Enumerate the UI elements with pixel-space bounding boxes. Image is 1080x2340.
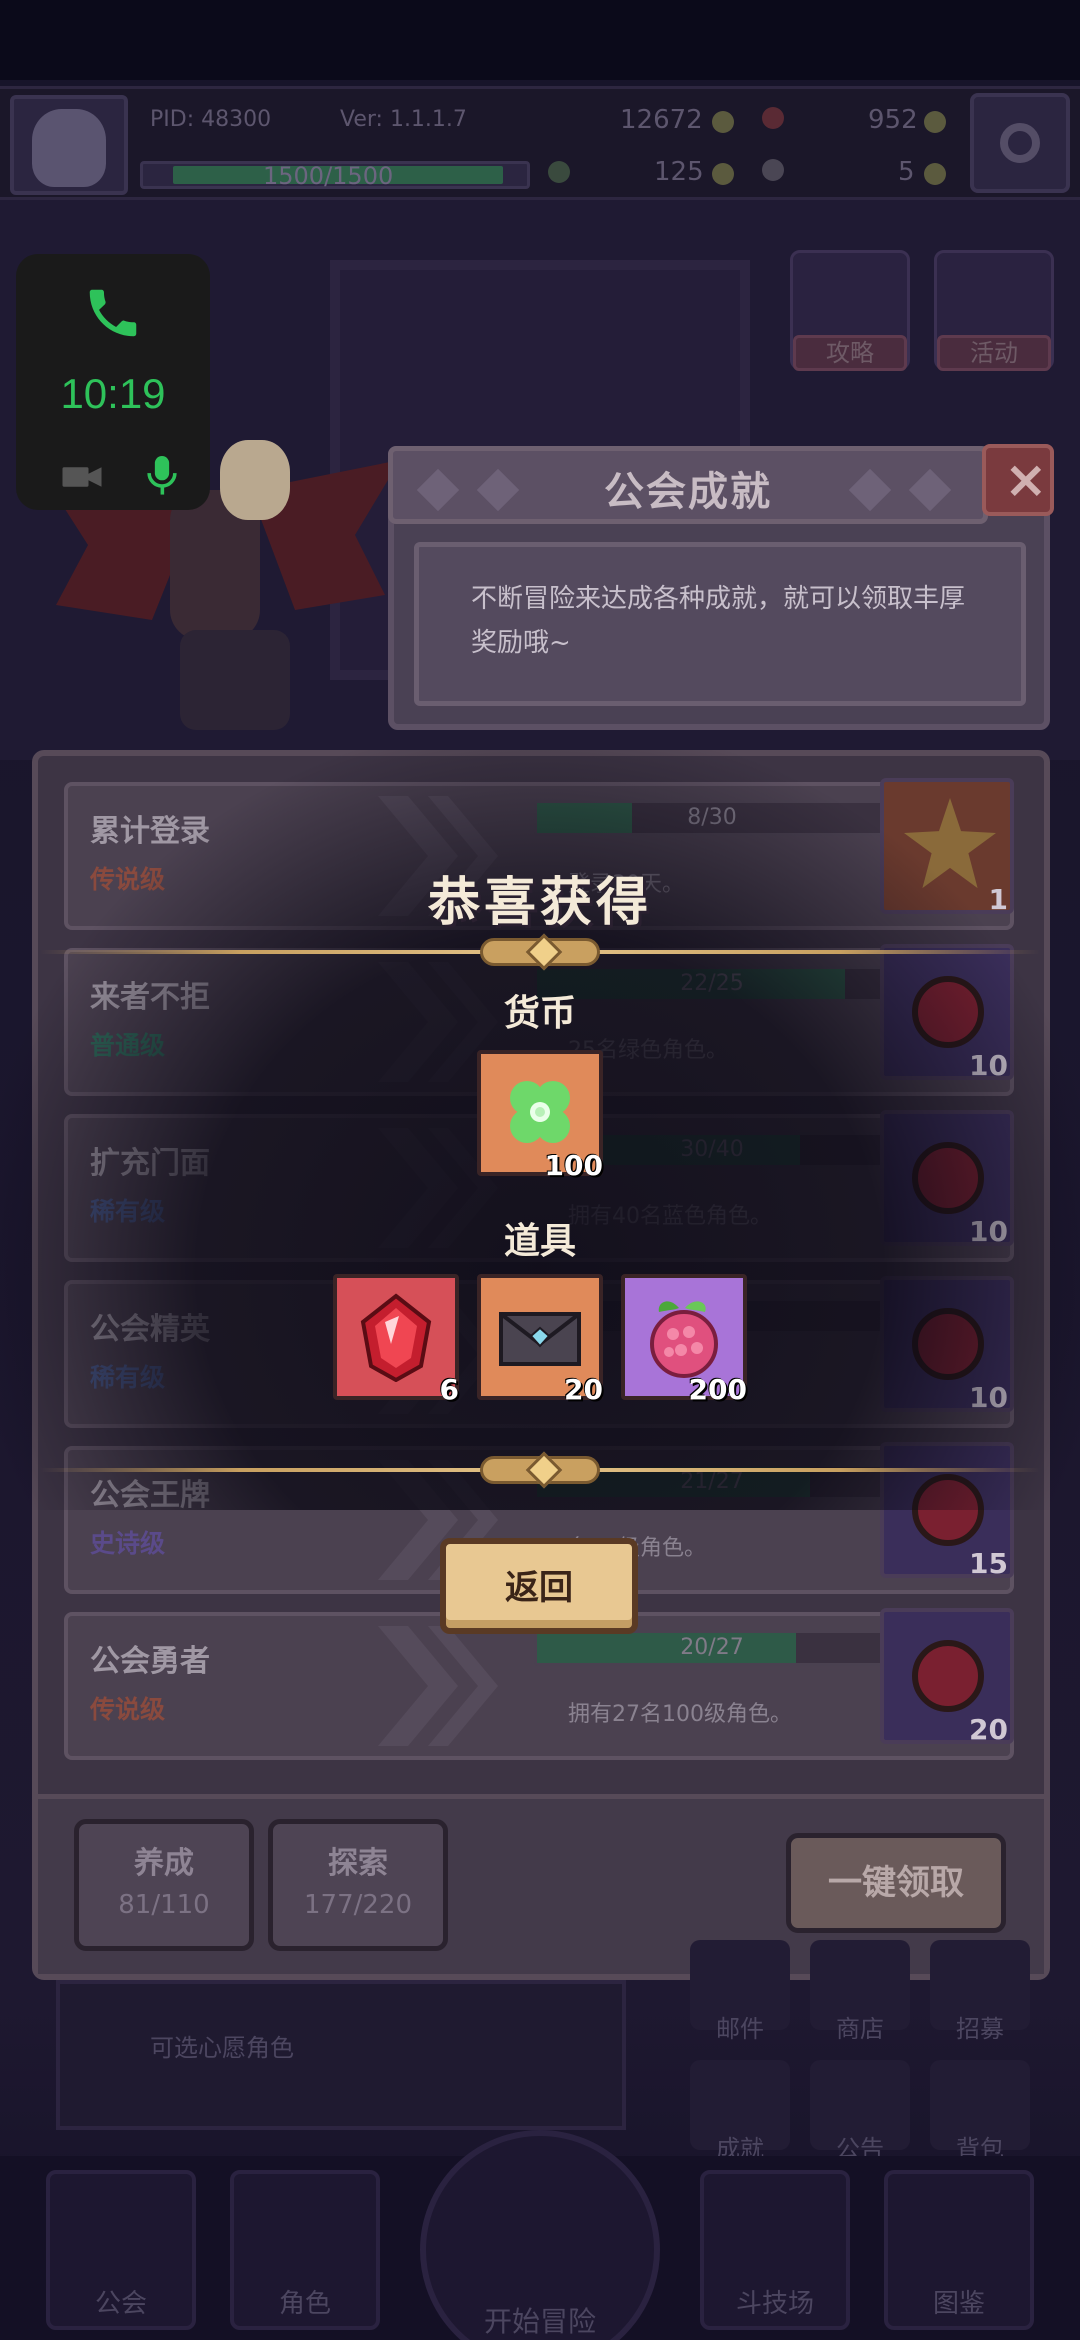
reward-item[interactable]: 20 (477, 1274, 603, 1406)
raspberry-icon (650, 1301, 718, 1378)
top-hud: PID: 48300 Ver: 1.1.1.7 1500/1500 12672 … (0, 86, 1080, 200)
event-button[interactable]: 活动 (934, 250, 1054, 371)
clover-plus-icon (712, 163, 734, 185)
panel-title: 公会成就 (604, 469, 772, 515)
recruit-label: 招募 (956, 2015, 1004, 2043)
nav-guild-label: 公会 (94, 2289, 147, 2319)
gem-plus-icon (924, 111, 946, 133)
call-overlay[interactable]: 10:19 (16, 254, 210, 510)
wish-card[interactable]: 可选心愿角色 (56, 1980, 626, 2130)
settings-gear-icon[interactable] (970, 93, 1070, 193)
game-screen: { "hud": { "pid": "PID: 48300", "version… (0, 0, 1080, 2340)
letter-icon (499, 1312, 581, 1366)
shop-button[interactable]: 商店 (810, 1940, 910, 2043)
tab-cultivate[interactable]: 养成 81/110 (74, 1819, 254, 1951)
mail-button[interactable]: 邮件 (690, 1940, 790, 2043)
shop-label: 商店 (836, 2015, 884, 2043)
call-timer: 10:19 (60, 370, 166, 417)
achievement-row: 公会勇者传说级 20/27 拥有27名100级角色。 20 (64, 1608, 1014, 1760)
bag-button[interactable]: 背包 (930, 2060, 1030, 2163)
back-button[interactable]: 返回 (440, 1538, 638, 1634)
microphone-icon[interactable] (144, 456, 180, 496)
achievement-condition: 拥有27名100级角色。 (568, 1702, 792, 1727)
panel-description: 不断冒险来达成各种成就，就可以领取丰厚奖励哦~ (414, 542, 1026, 706)
nav-arena-label: 斗技场 (735, 2289, 814, 2319)
ruby-icon (762, 107, 784, 129)
chevron-right-icon (378, 1626, 498, 1746)
nav-arena[interactable]: 斗技场 (700, 2170, 850, 2330)
achievement-grade: 史诗级 (90, 1529, 166, 1558)
notice-button[interactable]: 公告 (810, 2060, 910, 2163)
reward-divider-bottom (40, 1456, 1040, 1484)
event-label: 活动 (937, 335, 1051, 371)
reward-item[interactable]: 6 (333, 1274, 459, 1406)
nav-role[interactable]: 角色 (230, 2170, 380, 2330)
reward-quantity: 6 (439, 1373, 459, 1406)
nav-book[interactable]: 图鉴 (884, 2170, 1034, 2330)
reward-quantity: 100 (544, 1149, 603, 1182)
reward-quantity: 200 (688, 1373, 747, 1406)
key-plus-icon (924, 163, 946, 185)
tab-cultivate-value: 81/110 (118, 1890, 210, 1920)
achievement-name: 公会勇者 (90, 1644, 210, 1679)
title-bar: 公会成就 (388, 446, 988, 524)
claim-all-button[interactable]: 一键领取 (786, 1833, 1006, 1933)
guide-label: 攻略 (793, 335, 907, 371)
reward-count: 15 (969, 1547, 1008, 1580)
reward-divider-top (40, 938, 1040, 966)
hp-bar: 1500/1500 (140, 161, 530, 190)
progress-bar: 20/27 (534, 1630, 890, 1666)
tab-explore-label: 探索 (328, 1846, 388, 1881)
key-icon (762, 159, 784, 181)
reward-title: 恭喜获得 (427, 873, 652, 933)
items-header: 道具 (503, 1221, 576, 1262)
nav-guild[interactable]: 公会 (46, 2170, 196, 2330)
reward-slot[interactable]: 20 (880, 1608, 1014, 1746)
player-id: PID: 48300 (150, 107, 272, 132)
achievement-grade: 传说级 (90, 1695, 166, 1724)
close-button[interactable]: × (982, 444, 1054, 516)
tab-cultivate-label: 养成 (134, 1846, 194, 1881)
tab-explore-value: 177/220 (303, 1890, 412, 1920)
reward-count: 20 (969, 1713, 1008, 1746)
back-button-label: 返回 (505, 1568, 573, 1608)
player-avatar[interactable] (10, 95, 128, 195)
hp-text: 1500/1500 (263, 162, 394, 190)
version-label: Ver: 1.1.1.7 (340, 107, 467, 132)
video-camera-icon[interactable] (62, 464, 102, 490)
close-icon: × (1004, 450, 1048, 510)
clover-icon (510, 1081, 570, 1143)
nav-role-label: 角色 (278, 2289, 331, 2319)
key-count: 5 (898, 157, 915, 187)
ruby-icon (912, 1640, 984, 1712)
nav-start-label: 开始冒险 (483, 2305, 596, 2338)
guild-achievement-header: 公会成就 × 不断冒险来达成各种成就，就可以领取丰厚奖励哦~ (388, 444, 1054, 730)
red-gem-icon (360, 1293, 432, 1382)
phone-icon (89, 289, 137, 337)
gem-count: 952 (868, 105, 918, 135)
mail-label: 邮件 (716, 2015, 764, 2043)
wish-card-text: 可选心愿角色 (150, 2034, 294, 2062)
nav-book-label: 图鉴 (932, 2289, 985, 2319)
progress-text: 20/27 (680, 1635, 744, 1660)
recruit-button[interactable]: 招募 (930, 1940, 1030, 2043)
gold-count: 12672 (620, 105, 703, 135)
clover-count: 125 (654, 157, 704, 187)
clover-small-icon (548, 161, 570, 183)
reward-item[interactable]: 200 (621, 1274, 747, 1406)
achieve-button[interactable]: 成就 (690, 2060, 790, 2163)
guide-button[interactable]: 攻略 (790, 250, 910, 371)
reward-quantity: 20 (564, 1373, 603, 1406)
tab-explore[interactable]: 探索 177/220 (268, 1819, 448, 1951)
currency-header: 货币 (503, 993, 576, 1034)
gold-icon (712, 111, 734, 133)
reward-item[interactable]: 100 (477, 1050, 603, 1182)
